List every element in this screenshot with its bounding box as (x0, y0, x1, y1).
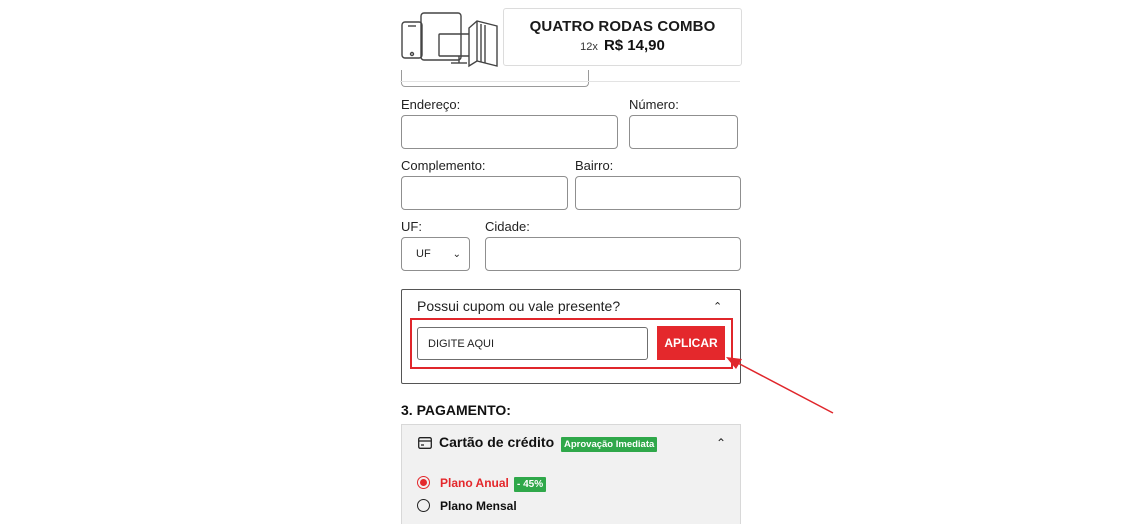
chevron-up-icon[interactable]: ⌃ (716, 436, 726, 450)
discount-badge: - 45% (514, 477, 547, 492)
payment-section-title: 3. PAGAMENTO: (401, 402, 511, 418)
cidade-label: Cidade: (485, 219, 530, 234)
credit-card-option[interactable]: Cartão de crédito (439, 434, 554, 450)
product-title: QUATRO RODAS COMBO (529, 18, 716, 35)
product-card: QUATRO RODAS COMBO 12x R$ 14,90 (503, 8, 742, 66)
uf-select[interactable]: UF ⌄ (401, 237, 470, 271)
annotation-arrow-icon (726, 357, 834, 414)
complemento-label: Complemento: (401, 158, 486, 173)
plan-monthly-label[interactable]: Plano Mensal (440, 499, 517, 513)
chevron-down-icon: ⌄ (452, 248, 461, 260)
uf-select-value: UF (416, 248, 431, 260)
endereco-field[interactable] (401, 115, 618, 149)
divider (400, 81, 740, 82)
plan-monthly-radio[interactable] (417, 499, 430, 512)
numero-field[interactable] (629, 115, 738, 149)
plan-annual-radio[interactable] (417, 476, 430, 489)
numero-label: Número: (629, 97, 679, 112)
coupon-input[interactable]: DIGITE AQUI (417, 327, 648, 360)
chevron-up-icon[interactable]: ⌃ (713, 300, 722, 313)
complemento-field[interactable] (401, 176, 568, 210)
cidade-field[interactable] (485, 237, 741, 271)
devices-icon (399, 8, 503, 68)
apply-coupon-button[interactable]: APLICAR (657, 326, 725, 360)
credit-card-icon (418, 436, 432, 454)
coupon-input-value: DIGITE AQUI (428, 337, 495, 350)
coupon-question[interactable]: Possui cupom ou vale presente? (417, 298, 620, 314)
previous-field[interactable] (401, 70, 589, 87)
installments-label: 12x (580, 41, 598, 53)
product-price-line: 12x R$ 14,90 (504, 37, 741, 54)
bairro-label: Bairro: (575, 158, 614, 173)
bairro-field[interactable] (575, 176, 741, 210)
endereco-label: Endereço: (401, 97, 461, 112)
product-price: R$ 14,90 (603, 37, 665, 54)
uf-label: UF: (401, 219, 422, 234)
plan-annual-label[interactable]: Plano Anual (440, 476, 509, 490)
approval-badge: Aprovação Imediata (561, 437, 658, 452)
